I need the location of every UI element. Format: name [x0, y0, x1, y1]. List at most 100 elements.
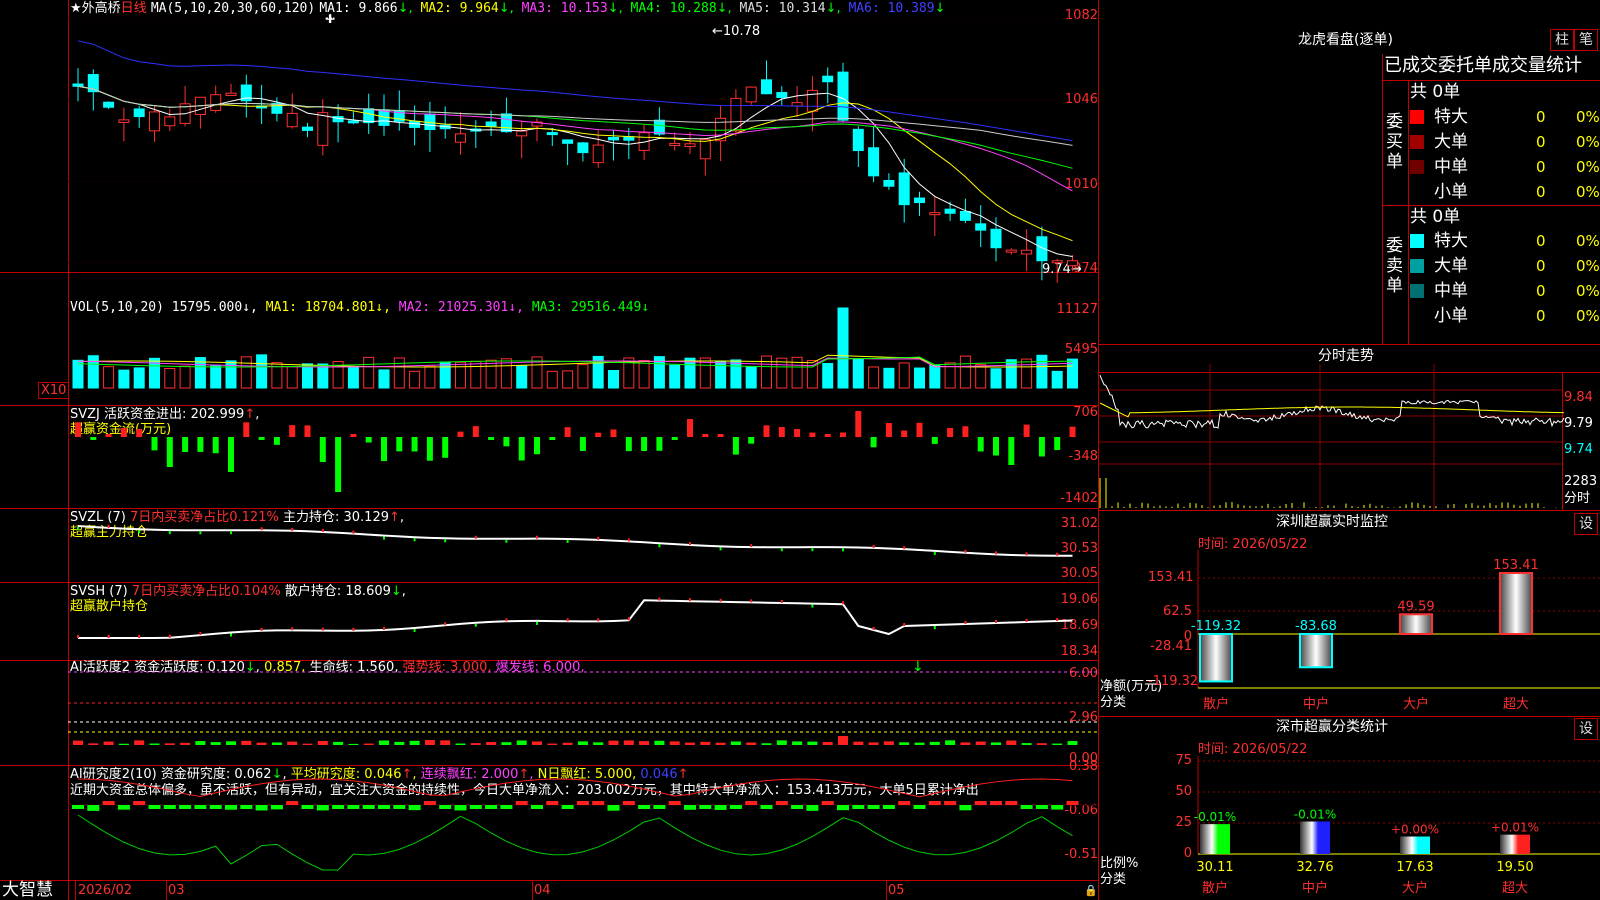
ai-activity-panel[interactable]: AI活跃度2 资金活跃度: 0.120↓, 0.857, 生命线: 1.560,…	[0, 659, 1098, 766]
research-bar	[1051, 805, 1064, 810]
svzj-panel[interactable]: SVZJ 活跃资金进出: 202.999↑, 超赢资金流(万元) 706 -34…	[0, 405, 1098, 508]
candle	[500, 113, 512, 133]
activity-bar	[118, 743, 129, 745]
order-size-label: 特大	[1434, 107, 1468, 127]
activity-bar	[149, 743, 160, 745]
volume-bar	[577, 364, 589, 389]
position-tick	[505, 618, 508, 622]
flow-bar	[488, 437, 495, 440]
activity-bar	[287, 741, 298, 745]
tick-mode-button[interactable]: 笔	[1574, 29, 1598, 51]
category-label: 大户	[1403, 696, 1429, 712]
order-color-swatch	[1410, 284, 1424, 298]
volume-bar	[286, 366, 298, 389]
activity-bar	[776, 740, 787, 745]
candle	[516, 130, 528, 137]
flow-bar	[641, 437, 648, 451]
order-percent: 0%	[1576, 282, 1600, 300]
buy-orders-label: 委买单	[1386, 112, 1403, 172]
volume-bar	[1005, 359, 1017, 389]
candle	[225, 92, 237, 96]
activity-bar	[593, 742, 604, 745]
research-line-green	[77, 814, 1073, 871]
order-color-swatch	[1410, 259, 1424, 273]
position-tick	[872, 544, 875, 548]
position-tick	[750, 599, 753, 603]
position-tick	[138, 530, 141, 534]
research-bar	[576, 801, 589, 805]
dragon-panel: 龙虎看盘(逐单) 柱 笔 已成交委托单成交量统计 委买单 委卖单 共 0单 共 …	[1098, 0, 1600, 344]
candle	[1051, 260, 1063, 264]
order-percent: 0%	[1576, 257, 1600, 275]
ratio-bar	[1500, 834, 1530, 854]
volume-bar	[1036, 354, 1048, 389]
activity-bar	[792, 741, 803, 745]
order-percent: 0%	[1576, 133, 1600, 151]
volume-bar	[455, 361, 466, 389]
activity-bar	[195, 741, 206, 745]
ma-line	[77, 85, 1073, 257]
volume-bar	[302, 363, 313, 389]
activity-bar	[577, 741, 588, 745]
position-tick	[597, 618, 600, 622]
flow-bar	[243, 422, 250, 437]
dragon-title: 龙虎看盘(逐单)	[1298, 32, 1393, 48]
flow-bar	[1054, 437, 1061, 450]
category-label: 中户	[1302, 880, 1328, 896]
volume-bar	[852, 358, 864, 389]
research-bar	[408, 805, 421, 811]
volume-bar	[424, 365, 436, 389]
research-bar	[898, 801, 911, 805]
candle	[164, 116, 176, 127]
candle	[1021, 249, 1033, 255]
research-bar	[240, 805, 253, 809]
activity-bar	[868, 742, 879, 745]
intraday-panel[interactable]: 分时走势 9.84 9.79 9.74 2283 分时	[1098, 344, 1600, 510]
order-percent: 0%	[1576, 183, 1600, 201]
position-tick	[903, 623, 906, 626]
position-tick	[566, 539, 569, 543]
candle	[898, 172, 910, 206]
candle	[210, 94, 222, 111]
research-bar	[638, 805, 651, 809]
retail-position-chart	[77, 597, 1073, 639]
flow-bar	[901, 430, 908, 437]
order-count: 0	[1536, 133, 1546, 151]
candle	[103, 101, 115, 108]
intraday-chart	[1098, 364, 1565, 510]
position-line	[77, 525, 1073, 557]
volume-bar	[914, 367, 925, 389]
research-bar	[500, 805, 513, 809]
bar-mode-button[interactable]: 柱	[1550, 29, 1574, 51]
research-bar	[653, 805, 666, 809]
position-tick	[291, 527, 294, 531]
activity-bar	[73, 740, 83, 745]
date-label: 05	[888, 883, 905, 898]
order-size-label: 大单	[1434, 256, 1468, 276]
volume-bar	[409, 370, 421, 389]
flow-bar	[442, 437, 449, 458]
lock-icon[interactable]: 🔒	[1084, 883, 1098, 898]
bar-value-label: -119.32	[1191, 619, 1241, 634]
candle	[975, 223, 987, 231]
svzl-panel[interactable]: SVZL (7) 7日内买卖净占比0.121% 主力持仓: 30.129↑, 超…	[0, 508, 1098, 582]
position-tick	[872, 627, 875, 630]
candle	[562, 139, 574, 144]
activity-bar	[623, 740, 634, 745]
order-count: 0	[1536, 232, 1546, 250]
candle	[699, 138, 711, 160]
svsh-panel[interactable]: SVSH (7) 7日内买卖净占比0.104% 散户持仓: 18.609↓, 超…	[0, 582, 1098, 660]
activity-bar	[241, 740, 252, 745]
main-position-chart	[77, 524, 1073, 557]
position-tick	[964, 621, 967, 624]
volume-bar	[975, 364, 987, 389]
volume-bar	[164, 367, 176, 389]
volume-panel[interactable]: VOL(5,10,20) 15795.000↓, MA1: 18704.801↓…	[0, 272, 1098, 405]
research-bar	[270, 805, 283, 810]
kline-panel[interactable]: ★外高桥日线 MA(5,10,20,30,60,120) MA1: 9.866↓…	[0, 0, 1098, 283]
flow-bar	[671, 437, 678, 440]
ai-research-panel[interactable]: AI研究度2(10) 资金研究度: 0.062↓, 平均研究度: 0.046↑,…	[0, 759, 1098, 880]
activity-bar	[256, 742, 267, 745]
position-tick	[1025, 619, 1028, 622]
research-bar	[775, 801, 788, 805]
